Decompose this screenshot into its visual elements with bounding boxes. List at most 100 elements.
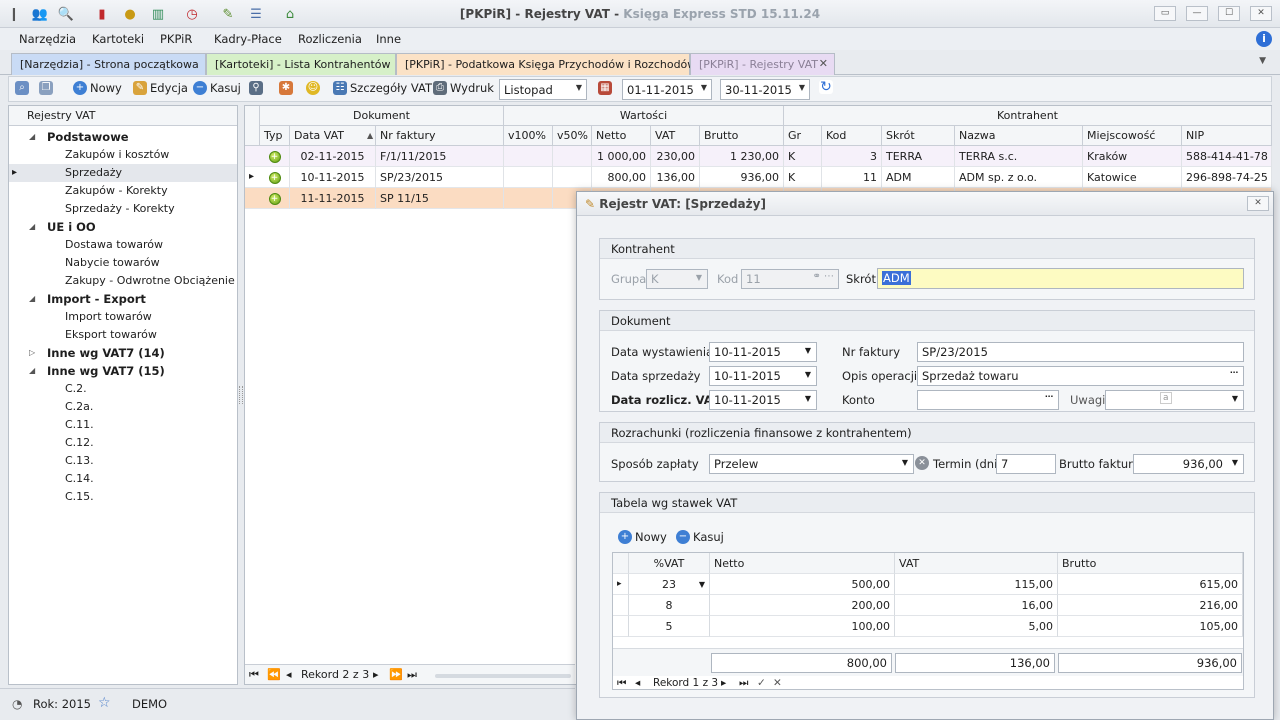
data-sprzedazy-picker[interactable]: 10-11-2015 ▼ — [709, 366, 817, 386]
nav-next-icon[interactable]: ▸ — [721, 676, 726, 690]
star-icon[interactable]: ☆ — [98, 695, 111, 711]
menu-inne[interactable]: Inne — [376, 32, 401, 46]
date-from-picker[interactable]: 01-11-2015 ▼ — [622, 79, 712, 100]
minimize-button[interactable]: — — [1186, 6, 1208, 21]
cancel-icon[interactable]: ✕ — [773, 676, 782, 690]
column-header[interactable]: Miejscowość — [1083, 126, 1182, 146]
vat-cell-vat[interactable]: 16,00 — [895, 595, 1058, 616]
column-header[interactable]: v50% — [553, 126, 592, 146]
restore-ribbon-button[interactable]: ▭ — [1154, 6, 1176, 21]
menu-rozliczenia[interactable]: Rozliczenia — [298, 32, 362, 46]
expand-icon[interactable]: ▷ — [29, 344, 35, 362]
preview-button[interactable]: ⌕ — [15, 81, 29, 95]
date-to-picker[interactable]: 30-11-2015 ▼ — [720, 79, 810, 100]
data-rozlicz-picker[interactable]: 10-11-2015 ▼ — [709, 390, 817, 410]
menu-kadry-place[interactable]: Kadry-Płace — [214, 32, 282, 46]
vat-cell-brutto[interactable]: 216,00 — [1058, 595, 1243, 616]
tree-item[interactable]: C.14. — [9, 470, 237, 488]
vat-cell-netto[interactable]: 500,00 — [710, 574, 895, 595]
smiley-button[interactable]: ☺ — [306, 81, 320, 95]
vat-cell-rate[interactable]: 8 — [629, 595, 710, 616]
tree-group[interactable]: ◢ Podstawowe — [9, 128, 237, 146]
nav-prev-icon[interactable]: ◂ — [635, 676, 640, 690]
column-header[interactable]: Skrót — [882, 126, 955, 146]
nav-prev-icon[interactable]: ◂ — [286, 665, 292, 685]
ellipsis-icon[interactable]: ⋯ — [1230, 368, 1238, 377]
tree-item[interactable]: C.13. — [9, 452, 237, 470]
tabela-delete-button[interactable]: − Kasuj — [676, 530, 724, 544]
delete-button[interactable]: − Kasuj — [193, 81, 241, 95]
tree-item[interactable]: C.12. — [9, 434, 237, 452]
splitter-handle[interactable] — [239, 386, 243, 404]
tabela-new-button[interactable]: + Nowy — [618, 530, 667, 544]
termin-input[interactable]: 7 — [996, 454, 1056, 474]
nav-first-icon[interactable]: ⏮ — [617, 676, 626, 690]
grid-hscrollbar[interactable] — [435, 674, 571, 678]
tree-item[interactable]: C.2. — [9, 380, 237, 398]
column-header[interactable]: NIP — [1182, 126, 1272, 146]
tab-ksiega-przychodow[interactable]: [PKPiR] - Podatkowa Księga Przychodów i … — [396, 53, 696, 75]
column-header[interactable]: Nazwa — [955, 126, 1083, 146]
uwagi-select[interactable]: a ▼ — [1105, 390, 1244, 410]
ellipsis-icon[interactable]: ⋯ — [1045, 392, 1053, 401]
tree-group[interactable]: ◢ UE i OO — [9, 218, 237, 236]
tree-item[interactable]: Zakupy - Odwrotne Obciążenie — [9, 272, 237, 290]
info-icon[interactable]: i — [1256, 31, 1272, 47]
dialog-close-button[interactable]: ✕ — [1247, 196, 1269, 211]
edit-button[interactable]: ✎ Edycja — [133, 81, 188, 95]
print-button[interactable]: ⎙ Wydruk — [433, 81, 494, 95]
vat-cell-brutto[interactable]: 615,00 — [1058, 574, 1243, 595]
table-row[interactable]: ▸ +10-11-2015 SP/23/2015 800,00 136,00 936,00… — [245, 167, 1272, 188]
tree-item[interactable]: Zakupów - Korekty — [9, 182, 237, 200]
tab-strona-poczatkowa[interactable]: [Narzędzia] - Strona początkowa — [11, 53, 206, 75]
tree-item[interactable]: Nabycie towarów — [9, 254, 237, 272]
tab-list-dropdown-icon[interactable]: ▼ — [1259, 56, 1266, 66]
tree-item[interactable]: Import towarów — [9, 308, 237, 326]
tree-item[interactable]: Zakupów i kosztów — [9, 146, 237, 164]
chevron-down-icon[interactable]: ▼ — [699, 574, 705, 595]
tree-item[interactable]: Eksport towarów — [9, 326, 237, 344]
tree-item[interactable]: ▸ Sprzedaży — [9, 164, 237, 182]
brutto-faktury-input[interactable]: 936,00 ▼ — [1133, 454, 1244, 474]
close-button[interactable]: ✕ — [1250, 6, 1272, 21]
vat-details-button[interactable]: ☷ Szczegóły VAT — [333, 81, 432, 95]
column-header[interactable]: Gr — [784, 126, 822, 146]
collapse-icon[interactable]: ◢ — [29, 362, 35, 380]
vat-column-header[interactable]: VAT — [895, 553, 1058, 574]
tree-item[interactable]: C.2a. — [9, 398, 237, 416]
tree-group[interactable]: ▷ Inne wg VAT7 (14) — [9, 344, 237, 362]
tab-rejestry-vat[interactable]: [PKPiR] - Rejestry VAT ✕ — [690, 53, 835, 75]
column-header[interactable]: Nr faktury — [376, 126, 504, 146]
vat-cell-rate[interactable]: 5 — [629, 616, 710, 637]
nav-prev-page-icon[interactable]: ⏪ — [267, 665, 281, 685]
column-header[interactable]: VAT — [651, 126, 700, 146]
vat-column-header[interactable]: Netto — [710, 553, 895, 574]
tree-item[interactable]: C.15. — [9, 488, 237, 506]
tree-item[interactable]: Dostawa towarów — [9, 236, 237, 254]
month-select[interactable]: Listopad ▼ — [499, 79, 587, 100]
collapse-icon[interactable]: ◢ — [29, 290, 35, 308]
vat-cell-vat[interactable]: 5,00 — [895, 616, 1058, 637]
collapse-icon[interactable]: ◢ — [29, 128, 35, 146]
nr-faktury-input[interactable]: SP/23/2015 — [917, 342, 1244, 362]
copy-button[interactable]: ❐ — [39, 81, 53, 95]
menu-narzedzia[interactable]: Narzędzia — [19, 32, 76, 46]
tree-group[interactable]: ◢ Inne wg VAT7 (15) — [9, 362, 237, 380]
vat-cell-vat[interactable]: 115,00 — [895, 574, 1058, 595]
clear-icon[interactable]: ✕ — [915, 456, 929, 470]
table-row[interactable]: +02-11-2015 F/1/11/2015 1 000,00 230,00 1 23… — [245, 146, 1272, 167]
skrot-input[interactable]: ADM — [877, 268, 1244, 289]
refresh-button[interactable]: ↻ — [819, 80, 833, 94]
column-header[interactable]: v100% — [504, 126, 553, 146]
tab-close-icon[interactable]: ✕ — [819, 57, 828, 70]
nav-next-icon[interactable]: ▸ — [373, 665, 379, 685]
column-header[interactable]: Kod — [822, 126, 882, 146]
tools-button[interactable]: ✱ — [279, 81, 293, 95]
tab-lista-kontrahentow[interactable]: [Kartoteki] - Lista Kontrahentów — [206, 53, 396, 75]
nav-last-icon[interactable]: ⏭ — [407, 665, 417, 685]
nav-last-icon[interactable]: ⏭ — [739, 676, 748, 690]
vat-cell-brutto[interactable]: 105,00 — [1058, 616, 1243, 637]
vat-cell-rate[interactable]: 23 ▼ — [629, 574, 710, 595]
tree-group[interactable]: ◢ Import - Export — [9, 290, 237, 308]
nav-first-icon[interactable]: ⏮ — [249, 665, 259, 685]
